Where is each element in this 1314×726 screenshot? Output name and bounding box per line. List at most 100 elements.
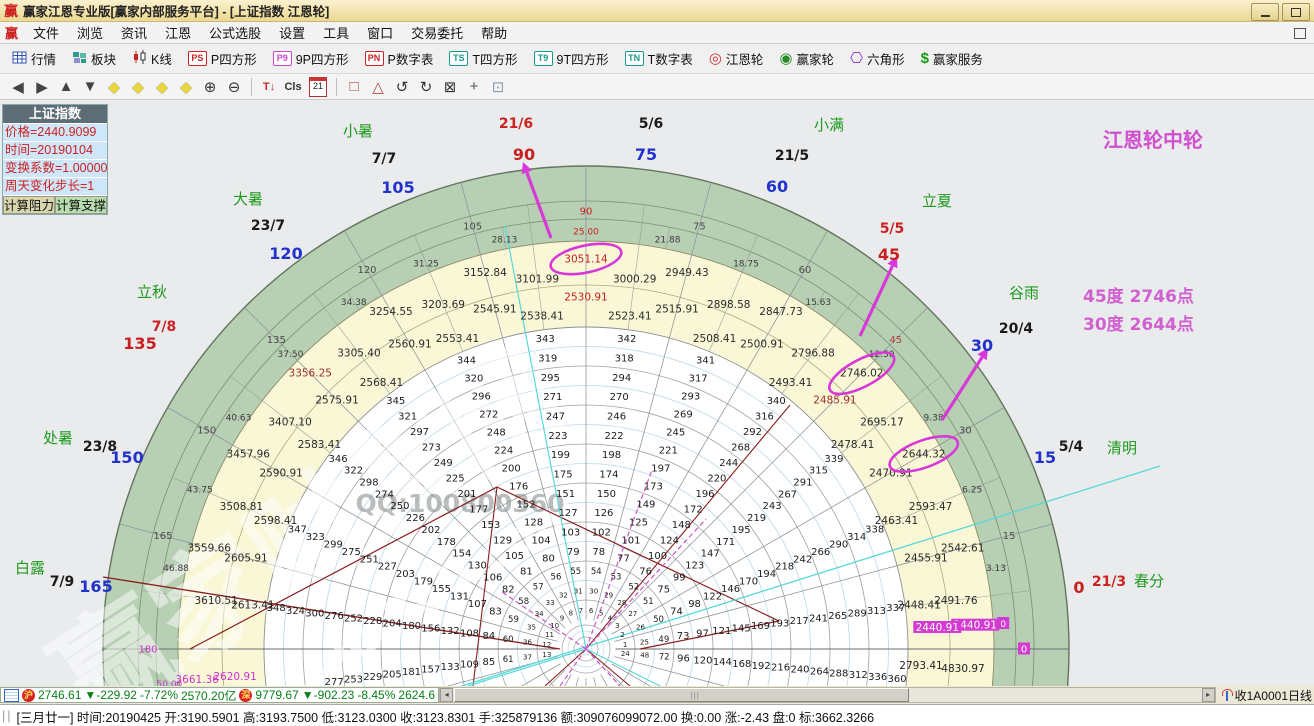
- hexagon-icon: ⎔: [850, 51, 863, 66]
- toolbar-button-P四方形[interactable]: PSP四方形: [180, 47, 265, 71]
- calc-resistance-button[interactable]: 计算阻力: [3, 196, 55, 214]
- wheel-number: 2620.91: [213, 671, 256, 683]
- wheel-number: 135: [267, 335, 286, 346]
- menu-help[interactable]: 帮助: [472, 23, 516, 42]
- menu-formula[interactable]: 公式选股: [200, 23, 270, 42]
- menu-trade[interactable]: 交易委托: [402, 23, 472, 42]
- app-logo-icon: 赢: [4, 1, 18, 21]
- scroll-left-button[interactable]: ◂: [440, 688, 453, 702]
- toolbar-button-9P四方形[interactable]: P99P四方形: [265, 47, 357, 71]
- feed-status: 收1A0001日线: [1216, 687, 1314, 704]
- toolbar-button-江恩轮[interactable]: ◎江恩轮: [701, 47, 772, 71]
- spiral-number: 296: [472, 391, 491, 402]
- restore-button[interactable]: [1282, 3, 1310, 21]
- spiral-number: 10: [550, 622, 559, 630]
- calc-support-button[interactable]: 计算支撑: [55, 196, 107, 214]
- toolbar-button-K线[interactable]: K线: [124, 47, 180, 71]
- spiral-number: 180: [402, 621, 421, 632]
- spiral-number: 273: [422, 442, 441, 453]
- spiral-number: 226: [406, 513, 425, 524]
- zoom-out-icon[interactable]: ⊖: [222, 78, 246, 96]
- wheel-number: 2593.47: [909, 501, 952, 513]
- gann-wheel[interactable]: 赢家财富网www.yjcf360.comQQ:10080036001530456…: [0, 100, 1314, 686]
- calendar-icon[interactable]: 21: [309, 77, 327, 97]
- screen-tool-icon[interactable]: ⊡: [486, 78, 510, 96]
- nav-up-icon[interactable]: ▲: [54, 78, 78, 95]
- wheel-number: 3101.99: [516, 274, 559, 286]
- spiral-number: 133: [441, 662, 460, 673]
- spiral-number: 290: [829, 539, 848, 550]
- minimize-button[interactable]: [1251, 3, 1279, 21]
- nav-left-icon[interactable]: ◀: [6, 78, 30, 96]
- spiral-number: 242: [793, 554, 812, 565]
- spiral-number: 345: [386, 396, 405, 407]
- menu-file[interactable]: 文件: [24, 23, 68, 42]
- spiral-number: 107: [468, 599, 487, 610]
- toolbar-button-赢家轮[interactable]: ◉赢家轮: [771, 47, 842, 71]
- center-tool-icon[interactable]: +: [462, 78, 486, 95]
- panel-price: 价格=2440.9099: [3, 123, 107, 141]
- spiral-number: 54: [591, 567, 602, 577]
- spiral-number: 154: [452, 549, 471, 560]
- close-box-icon[interactable]: ⊠: [438, 78, 462, 96]
- wheel-number: 2796.88: [791, 348, 834, 360]
- toolbar-button-板块[interactable]: 板块: [64, 47, 124, 71]
- spiral-number: 317: [689, 373, 708, 384]
- step-up-icon[interactable]: ◆: [150, 78, 174, 96]
- spiral-number: 336: [868, 672, 887, 683]
- step-right-icon[interactable]: ◆: [126, 78, 150, 96]
- wheel-number: 34.38: [341, 298, 367, 308]
- toolbar-button-行情[interactable]: 行情: [4, 47, 64, 71]
- toolbar-button-9T四方形[interactable]: T99T四方形: [526, 47, 617, 71]
- toolbar-button-六角形[interactable]: ⎔六角形: [842, 47, 913, 71]
- feed-label: 收1A0001日线: [1235, 687, 1312, 704]
- table-icon: [12, 51, 27, 67]
- spiral-number: 228: [363, 616, 382, 627]
- step-left-icon[interactable]: ◆: [102, 78, 126, 96]
- triangle-tool-icon[interactable]: △: [366, 78, 390, 96]
- toolbar-button-T四方形[interactable]: TST四方形: [441, 47, 525, 71]
- toolbar-button-P数字表[interactable]: PNP数字表: [357, 47, 442, 71]
- scroll-right-button[interactable]: ▸: [1202, 688, 1215, 702]
- menu-browse[interactable]: 浏览: [68, 23, 112, 42]
- spiral-number: 203: [396, 569, 415, 580]
- spiral-number: 267: [778, 489, 797, 500]
- spiral-number: 253: [344, 675, 363, 686]
- wheel-number: 37.50: [278, 350, 304, 360]
- antenna-icon: [1222, 689, 1232, 701]
- spiral-number: 216: [771, 663, 790, 674]
- menu-gann[interactable]: 江恩: [156, 23, 200, 42]
- spiral-number: 148: [672, 520, 691, 531]
- toolbar-button-赢家服务[interactable]: $赢家服务: [913, 47, 991, 71]
- child-restore-icon[interactable]: [1294, 28, 1306, 39]
- quote-grid-icon: [4, 689, 19, 702]
- cls-icon[interactable]: Cls: [281, 81, 305, 93]
- spiral-number: 82: [502, 584, 515, 595]
- toolbar-button-T数字表[interactable]: TNT数字表: [617, 47, 701, 71]
- spiral-number: 125: [629, 517, 648, 528]
- rotate-cw-icon[interactable]: ↻: [414, 78, 438, 96]
- nav-down-icon[interactable]: ▼: [78, 78, 102, 95]
- spiral-number: 298: [359, 478, 378, 489]
- nav-right-icon[interactable]: ▶: [30, 78, 54, 96]
- menu-settings[interactable]: 设置: [270, 23, 314, 42]
- square-tool-icon[interactable]: □: [342, 78, 366, 95]
- spiral-number: 201: [457, 489, 476, 500]
- menu-window[interactable]: 窗口: [358, 23, 402, 42]
- menu-news[interactable]: 资讯: [112, 23, 156, 42]
- rotate-ccw-icon[interactable]: ↺: [390, 78, 414, 96]
- step-down-icon[interactable]: ◆: [174, 78, 198, 96]
- scrollbar-thumb[interactable]: |||: [454, 688, 909, 702]
- spiral-number: 51: [643, 597, 654, 607]
- spiral-number: 152: [517, 499, 536, 510]
- wheel-number: 15.63: [805, 298, 831, 308]
- menu-tools[interactable]: 工具: [314, 23, 358, 42]
- zoom-in-icon[interactable]: ⊕: [198, 78, 222, 96]
- spiral-number: 3: [615, 622, 619, 630]
- spiral-number: 181: [402, 667, 421, 678]
- t-down-icon[interactable]: T↓: [257, 81, 281, 93]
- horizontal-scrollbar[interactable]: ◂ ||| ▸: [439, 687, 1216, 703]
- window-title: 赢家江恩专业版[赢家内部服务平台] - [上证指数 江恩轮]: [23, 1, 329, 20]
- target-green-icon: ◉: [779, 51, 792, 66]
- wheel-number: 28.13: [492, 236, 518, 246]
